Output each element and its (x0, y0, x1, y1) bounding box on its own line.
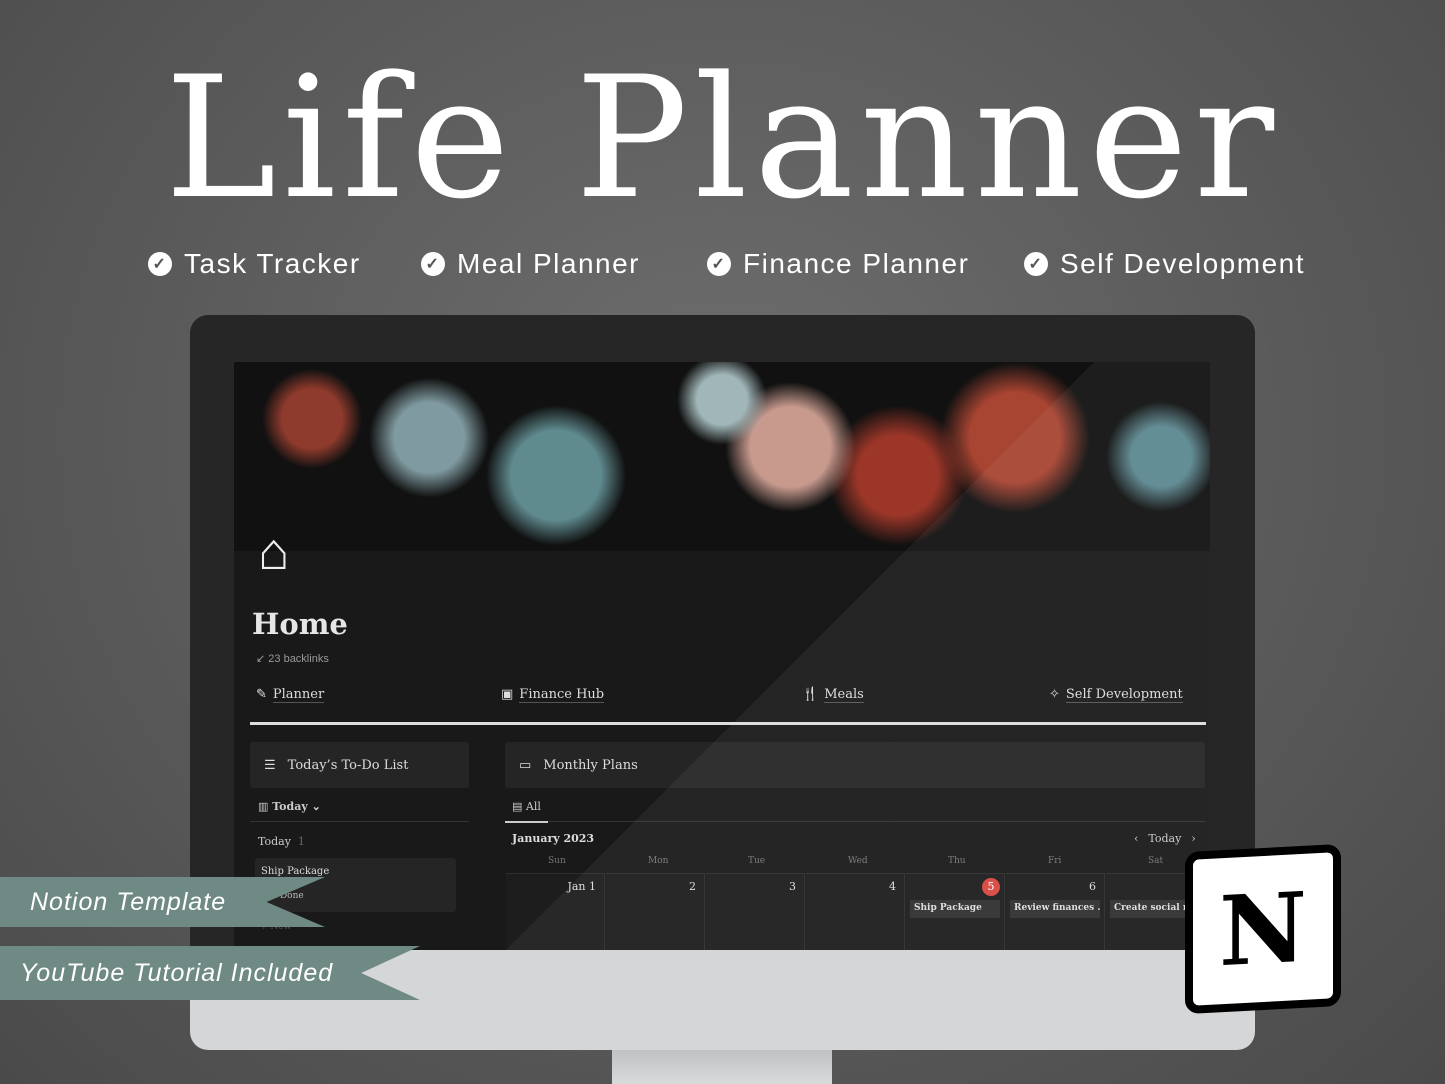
todo-title: Today’s To-Do List (287, 757, 409, 773)
youtube-tutorial-ribbon: YouTube Tutorial Included (0, 946, 420, 1000)
page-links: ✎ Planner ▣ Finance Hub 🍴 Meals ✧ Self Devel… (252, 687, 1208, 711)
feature-label: Finance Planner (743, 248, 970, 279)
check-icon: ✓ (707, 252, 731, 276)
weekday-label: Fri (1048, 856, 1062, 866)
view-tab-all[interactable]: ▤ All (512, 800, 541, 813)
feature-label: Task Tracker (184, 248, 361, 279)
home-icon[interactable]: ⌂ (258, 522, 289, 582)
link-label: Planner (272, 687, 325, 703)
pencil-icon: ✎ (256, 687, 267, 702)
link-label: Self Development (1065, 687, 1183, 703)
day-number: 5 (982, 878, 1000, 896)
backlinks-label: 23 backlinks (268, 653, 329, 665)
link-label: Finance Hub (519, 687, 605, 703)
calendar-event[interactable]: Ship Package (910, 900, 1000, 918)
weekday-label: Thu (948, 856, 966, 866)
weekday-label: Sun (548, 856, 566, 866)
feature-label: Self Development (1060, 248, 1306, 279)
check-icon: ✓ (1024, 252, 1048, 276)
notion-logo: N (1185, 843, 1341, 1015)
fork-knife-icon: 🍴 (802, 687, 819, 702)
plans-callout: ▭ Monthly Plans (505, 742, 1205, 788)
view-label: Today (272, 800, 308, 813)
feature-item: ✓ Task Tracker (148, 248, 361, 280)
sparkles-icon: ✧ (1049, 687, 1060, 702)
weekday-label: Tue (748, 856, 766, 866)
card-title: Ship Package (261, 866, 330, 877)
divider (250, 821, 469, 822)
divider (250, 722, 1206, 725)
link-planner[interactable]: ✎ Planner (256, 687, 325, 703)
chevron-right-icon[interactable]: › (1191, 832, 1195, 845)
weekday-label: Wed (848, 856, 868, 866)
list-icon: ☰ (264, 757, 276, 773)
day-number: Jan 1 (567, 880, 596, 893)
day-number: 3 (789, 880, 796, 893)
day-number: 2 (689, 880, 696, 893)
cover-image (234, 362, 1210, 551)
page-title: Home (252, 607, 348, 641)
link-label: Meals (824, 687, 864, 703)
board-icon: ▥ (258, 800, 269, 813)
calendar-nav: ‹ Today › (1134, 832, 1196, 845)
feature-item: ✓ Finance Planner (707, 248, 969, 280)
calendar-day[interactable]: 6 Review finances ... (1006, 873, 1105, 950)
todo-callout: ☰ Today’s To-Do List (250, 742, 469, 788)
weekday-label: Mon (648, 856, 669, 866)
monitor-stand (612, 1050, 832, 1084)
calendar-icon: ▭ (519, 757, 532, 773)
link-meals[interactable]: 🍴 Meals (802, 687, 864, 703)
view-label: All (525, 800, 541, 813)
feature-list: ✓ Task Tracker ✓ Meal Planner ✓ Finance Pla… (0, 248, 1445, 284)
backlinks[interactable]: ↙ 23 backlinks (256, 652, 329, 665)
today-button[interactable]: Today (1148, 832, 1181, 845)
group-count: 1 (297, 835, 305, 848)
check-icon: ✓ (421, 252, 445, 276)
feature-item: ✓ Meal Planner (421, 248, 640, 280)
calendar-event[interactable]: Review finances ... (1010, 900, 1100, 918)
chevron-down-icon: ⌄ (311, 800, 321, 813)
divider (505, 821, 1205, 823)
day-number: 6 (1089, 880, 1096, 893)
plans-title: Monthly Plans (543, 757, 638, 773)
calendar-day[interactable]: 5 Ship Package (906, 873, 1005, 950)
check-icon: ✓ (148, 252, 172, 276)
notion-page: ⌂ Home ↙ 23 backlinks ✎ Planner ▣ Finance … (234, 362, 1210, 950)
calendar-day[interactable]: Jan 1 (506, 873, 605, 950)
calendar-view-icon: ▤ (512, 800, 523, 813)
view-tab-today[interactable]: ▥ Today ⌄ (258, 800, 321, 813)
group-header: Today 1 (258, 835, 305, 848)
calendar-month: January 2023 (512, 832, 595, 845)
money-icon: ▣ (501, 687, 514, 702)
day-number: 4 (889, 880, 896, 893)
calendar-day[interactable]: 4 (806, 873, 905, 950)
feature-item: ✓ Self Development (1024, 248, 1305, 280)
link-finance-hub[interactable]: ▣ Finance Hub (501, 687, 605, 703)
calendar-day[interactable]: 3 (706, 873, 805, 950)
group-label: Today (258, 835, 291, 848)
link-self-development[interactable]: ✧ Self Development (1049, 687, 1183, 703)
weekday-label: Sat (1148, 856, 1164, 866)
chevron-left-icon[interactable]: ‹ (1134, 832, 1138, 845)
feature-label: Meal Planner (457, 248, 640, 279)
monitor: ⌂ Home ↙ 23 backlinks ✎ Planner ▣ Finance … (190, 315, 1255, 1050)
hero-title: Life Planner (164, 40, 1281, 236)
calendar-day[interactable]: 2 (606, 873, 705, 950)
